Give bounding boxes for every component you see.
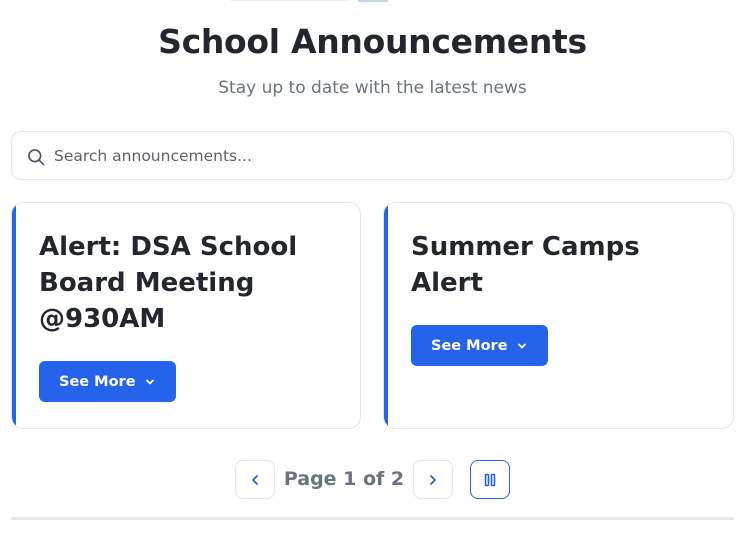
page-title: School Announcements — [158, 22, 587, 61]
announcement-title: Summer Camps Alert — [411, 232, 640, 298]
see-more-label: See More — [59, 373, 136, 390]
pause-autoplay-button[interactable] — [470, 460, 510, 499]
bottom-divider — [11, 517, 734, 520]
page-subtitle: Stay up to date with the latest news — [218, 78, 527, 98]
search-bar[interactable] — [11, 131, 734, 180]
see-more-label: See More — [431, 337, 508, 354]
pause-icon — [484, 473, 496, 486]
top-divider-line — [230, 0, 350, 1]
chevron-down-icon — [145, 379, 154, 384]
see-more-button[interactable]: See More — [411, 325, 548, 366]
search-icon — [28, 149, 45, 166]
search-input[interactable] — [54, 132, 714, 179]
pagination: Page 1 of 2 — [0, 460, 745, 500]
page-indicator: Page 1 of 2 — [283, 468, 405, 490]
announcement-card: Summer Camps Alert See More — [383, 202, 734, 429]
chevron-left-icon — [252, 474, 258, 485]
see-more-button[interactable]: See More — [39, 361, 176, 402]
chevron-down-icon — [517, 343, 526, 348]
chevron-right-icon — [430, 474, 436, 485]
next-page-button[interactable] — [413, 460, 453, 499]
top-tab-indicator — [358, 0, 388, 2]
announcement-title: Alert: DSA School Board Meeting @930AM — [39, 232, 298, 334]
announcement-card: Alert: DSA School Board Meeting @930AM S… — [11, 202, 361, 429]
previous-page-button[interactable] — [235, 460, 275, 499]
